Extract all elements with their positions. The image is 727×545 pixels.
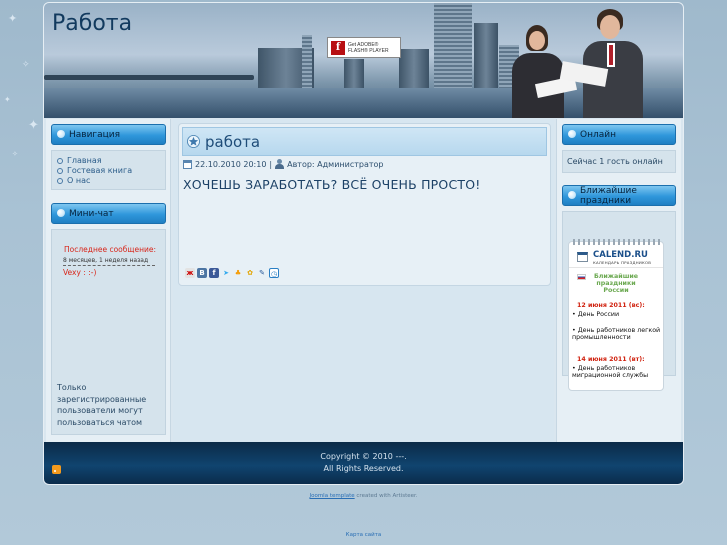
user-icon — [275, 159, 285, 169]
nav-item-label[interactable]: О нас — [67, 176, 90, 186]
meta-separator: | — [269, 159, 273, 169]
liveinternet-icon[interactable]: ◷ — [269, 268, 279, 278]
man-figure — [559, 5, 649, 118]
main-content: работа 22.10.2010 20:10 | Автор: Админис… — [173, 119, 554, 442]
template-credit-text: created with Artisteer. — [356, 493, 418, 499]
star-decoration: ✧ — [22, 60, 30, 70]
star-icon — [187, 135, 200, 148]
bullet-icon — [57, 130, 65, 138]
holiday-date: 12 июня 2011 (вс): — [577, 302, 645, 309]
right-sidebar: Онлайн Сейчас 1 гость онлайн Ближайшие п… — [556, 119, 681, 442]
template-credit: Joomla template created with Artisteer. — [0, 493, 727, 499]
star-decoration: ✦ — [4, 95, 11, 104]
navigation-menu: Главная Гостевая книга О нас — [57, 156, 165, 186]
last-message-label: Последнее сообщение: — [64, 245, 156, 254]
navigation-box: Главная Гостевая книга О нас — [51, 150, 166, 190]
article-heading: ХОЧЕШЬ ЗАРАБОТАТЬ? ВСЁ ОЧЕНЬ ПРОСТО! — [183, 177, 481, 192]
holidays-title: Ближайшие праздники — [580, 185, 637, 206]
flash-icon: f — [331, 40, 345, 55]
bullet-icon — [568, 130, 576, 138]
livejournal-icon[interactable]: ✎ — [257, 268, 267, 278]
article-author: Автор: Администратор — [287, 159, 384, 169]
calendar-icon — [577, 252, 588, 262]
social-share-bar: ж B f ➤ ♣ ✿ ✎ ◷ — [185, 268, 279, 278]
nav-item-home[interactable]: Главная — [57, 156, 165, 166]
bullet-icon — [568, 191, 576, 199]
online-box-header: Онлайн — [562, 124, 676, 145]
holidays-box: CALEND.RU КАЛЕНДАРЬ ПРАЗДНИКОВ Ближайшие… — [562, 211, 676, 391]
page-frame: Работа f Get ADOBE® FLASH® PLAYER Навига… — [43, 2, 684, 485]
building-image — [474, 23, 498, 93]
star-decoration: ✧ — [12, 150, 18, 158]
building-image — [302, 35, 312, 93]
article-title[interactable]: работа — [205, 133, 260, 151]
nav-item-label[interactable]: Главная — [67, 156, 102, 166]
vkontakte-icon[interactable]: B — [197, 268, 207, 278]
site-title: Работа — [52, 11, 133, 36]
building-image — [434, 3, 472, 93]
chat-login-notice: Только зарегистрированные пользователи м… — [57, 383, 147, 427]
last-message-time: 8 месяцев, 1 неделя назад — [63, 257, 155, 266]
bridge-image — [44, 75, 254, 80]
calend-logo[interactable]: CALEND.RU — [593, 250, 648, 260]
flash-badge-line2: FLASH® PLAYER — [348, 47, 389, 54]
chat-message: : :-) — [83, 268, 97, 277]
footer-rights: All Rights Reserved. — [323, 464, 404, 473]
get-flash-player-badge[interactable]: f Get ADOBE® FLASH® PLAYER — [327, 37, 401, 58]
odnoklassniki-icon[interactable]: ♣ — [233, 268, 243, 278]
article: работа 22.10.2010 20:10 | Автор: Админис… — [178, 123, 551, 286]
holiday-event[interactable]: • День работников миграционной службы — [572, 365, 662, 379]
bullet-icon — [57, 209, 65, 217]
holiday-event[interactable]: • День работников легкой промышленности — [572, 327, 662, 341]
minichat-box-header: Мини-чат — [51, 203, 166, 224]
navigation-box-header: Навигация — [51, 124, 166, 145]
left-sidebar: Навигация Главная Гостевая книга О нас М… — [46, 119, 171, 442]
article-title-bar: работа — [182, 127, 547, 156]
template-credit-link[interactable]: Joomla template — [309, 493, 354, 499]
holidays-box-header: Ближайшие праздники — [562, 185, 676, 206]
footer: Copyright © 2010 ---. All Rights Reserve… — [44, 442, 683, 484]
twitter-icon[interactable]: ➤ — [221, 268, 231, 278]
footer-copyright: Copyright © 2010 ---. — [320, 452, 407, 461]
online-title: Онлайн — [580, 129, 616, 140]
nav-item-label[interactable]: Гостевая книга — [67, 166, 132, 176]
russia-flag-icon — [577, 274, 586, 280]
chat-author[interactable]: Vexy — [63, 268, 81, 277]
calend-logo-subtitle: КАЛЕНДАРЬ ПРАЗДНИКОВ — [593, 260, 652, 265]
bookmark-icon[interactable]: ж — [185, 268, 195, 278]
nav-item-guestbook[interactable]: Гостевая книга — [57, 166, 165, 176]
circle-bullet-icon — [57, 168, 63, 174]
sitemap-link[interactable]: Карта сайта — [0, 532, 727, 538]
article-meta: 22.10.2010 20:10 | Автор: Администратор — [183, 159, 384, 169]
online-count: Сейчас 1 гость онлайн — [567, 157, 663, 166]
minichat-box: Последнее сообщение: 8 месяцев, 1 неделя… — [51, 229, 166, 435]
holiday-event[interactable]: • День России — [572, 311, 662, 318]
minichat-title: Мини-чат — [69, 208, 114, 219]
holidays-widget-title[interactable]: Ближайшие праздники России — [591, 273, 641, 294]
star-decoration: ✦ — [28, 118, 39, 133]
background-decoration: ✦ ✧ ✦ ✦ ✧ — [0, 0, 45, 200]
online-box: Сейчас 1 гость онлайн — [562, 150, 676, 173]
facebook-icon[interactable]: f — [209, 268, 219, 278]
header-banner: Работа f Get ADOBE® FLASH® PLAYER — [44, 3, 683, 118]
nav-item-about[interactable]: О нас — [57, 176, 165, 186]
star-decoration: ✦ — [8, 12, 18, 25]
moimir-icon[interactable]: ✿ — [245, 268, 255, 278]
circle-bullet-icon — [57, 178, 63, 184]
holiday-date: 14 июня 2011 (вт): — [577, 356, 645, 363]
building-image — [399, 49, 429, 93]
article-date: 22.10.2010 20:10 — [195, 159, 267, 169]
navigation-title: Навигация — [69, 129, 121, 140]
calendar-icon — [183, 159, 192, 169]
circle-bullet-icon — [57, 158, 63, 164]
calend-widget[interactable]: CALEND.RU КАЛЕНДАРЬ ПРАЗДНИКОВ Ближайшие… — [568, 239, 664, 391]
spiral-binding — [573, 239, 661, 245]
